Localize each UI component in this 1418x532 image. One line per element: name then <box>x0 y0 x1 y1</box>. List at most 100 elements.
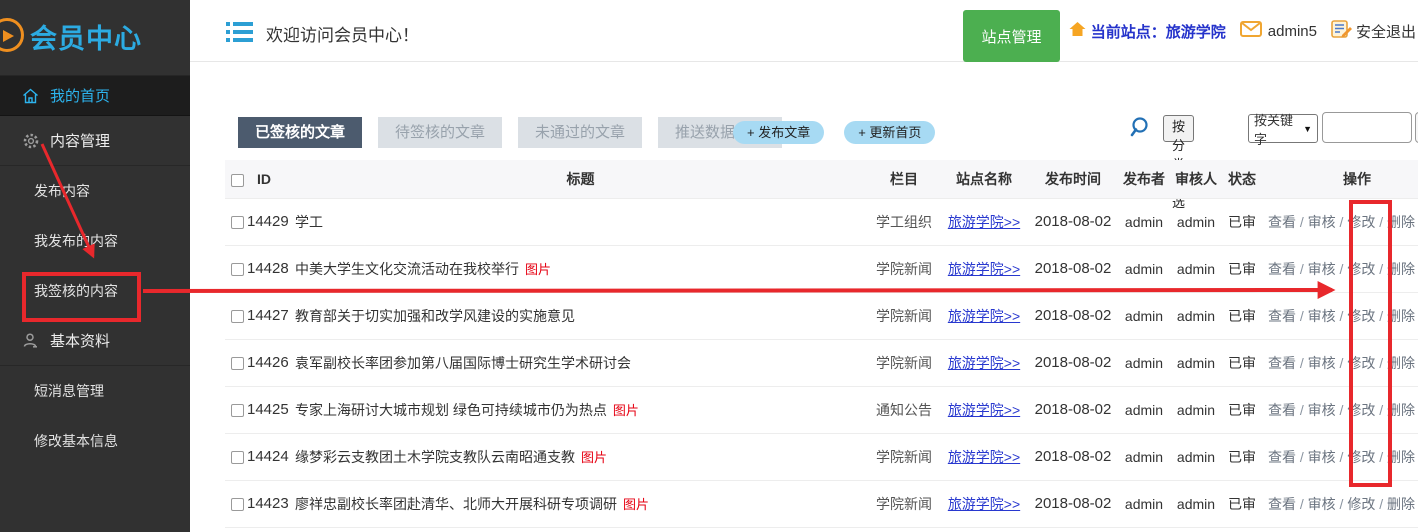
modify-link[interactable]: 修改 <box>1347 261 1375 277</box>
review-link[interactable]: 审核 <box>1308 402 1336 418</box>
review-link[interactable]: 审核 <box>1308 261 1336 277</box>
sidebar-item-publish-content[interactable]: 发布内容 <box>0 166 190 216</box>
row-category: 学院新闻 <box>868 433 940 480</box>
menu-toggle-icon[interactable] <box>226 21 253 49</box>
sidebar-item-edit-profile[interactable]: 修改基本信息 <box>0 416 190 466</box>
image-tag: 图片 <box>525 262 551 277</box>
review-link[interactable]: 审核 <box>1308 308 1336 324</box>
table-row: 14425 专家上海研讨大城市规划 绿色可持续城市仍为热点图片 通知公告 旅游学… <box>225 386 1418 433</box>
image-tag: 图片 <box>623 497 649 512</box>
row-reviewer: admin <box>1170 433 1222 480</box>
row-publisher: admin <box>1118 198 1170 245</box>
row-checkbox[interactable] <box>231 263 244 276</box>
site-link[interactable]: 旅游学院>> <box>948 261 1020 277</box>
delete-link[interactable]: 删除 <box>1387 402 1415 418</box>
header-operations: 操作 <box>1262 160 1418 198</box>
header-id: ID <box>247 160 293 198</box>
row-publisher: admin <box>1118 245 1170 292</box>
row-publisher: admin <box>1118 292 1170 339</box>
review-link[interactable]: 审核 <box>1308 496 1336 512</box>
view-link[interactable]: 查看 <box>1268 214 1296 230</box>
select-all-checkbox[interactable] <box>231 174 244 187</box>
row-publisher: admin <box>1118 433 1170 480</box>
row-checkbox[interactable] <box>231 357 244 370</box>
modify-link[interactable]: 修改 <box>1347 214 1375 230</box>
logout-label[interactable]: 安全退出 <box>1356 21 1416 42</box>
row-category: 学院新闻 <box>868 292 940 339</box>
modify-link[interactable]: 修改 <box>1347 308 1375 324</box>
update-homepage-button[interactable]: + 更新首页 <box>844 121 935 144</box>
modify-link[interactable]: 修改 <box>1347 355 1375 371</box>
envelope-icon[interactable] <box>1240 21 1262 42</box>
delete-link[interactable]: 删除 <box>1387 261 1415 277</box>
sidebar-group-label: 基本资料 <box>50 330 110 351</box>
topbar: 欢迎访问会员中心！ 站点管理 当前站点：旅游学院 admin5 安全退出 <box>190 0 1418 62</box>
delete-link[interactable]: 删除 <box>1387 308 1415 324</box>
row-date: 2018-08-02 <box>1028 339 1118 386</box>
delete-link[interactable]: 删除 <box>1387 214 1415 230</box>
row-checkbox[interactable] <box>231 404 244 417</box>
sidebar-group-profile[interactable]: 基本资料 <box>0 316 190 366</box>
delete-link[interactable]: 删除 <box>1387 496 1415 512</box>
table-row: 14423 廖祥忠副校长率团赴清华、北师大开展科研专项调研图片 学院新闻 旅游学… <box>225 480 1418 527</box>
filter-by-category-button[interactable]: 按分类筛选 <box>1163 115 1194 142</box>
username-label[interactable]: admin5 <box>1268 23 1317 40</box>
modify-link[interactable]: 修改 <box>1347 402 1375 418</box>
row-date: 2018-08-02 <box>1028 386 1118 433</box>
keyword-select[interactable]: 按关键字 ▼ <box>1248 114 1318 143</box>
review-link[interactable]: 审核 <box>1308 214 1336 230</box>
row-checkbox[interactable] <box>231 216 244 229</box>
site-manage-button[interactable]: 站点管理 <box>963 10 1060 62</box>
view-link[interactable]: 查看 <box>1268 261 1296 277</box>
row-checkbox[interactable] <box>231 451 244 464</box>
sidebar-item-home[interactable]: 我的首页 <box>0 76 190 116</box>
publish-article-button[interactable]: + 发布文章 <box>733 121 824 144</box>
site-link[interactable]: 旅游学院>> <box>948 496 1020 512</box>
modify-link[interactable]: 修改 <box>1347 496 1375 512</box>
header-title: 标题 <box>293 160 868 198</box>
delete-link[interactable]: 删除 <box>1387 449 1415 465</box>
article-tabs: 已签核的文章 待签核的文章 未通过的文章 推送数据状态 <box>238 117 798 148</box>
view-link[interactable]: 查看 <box>1268 355 1296 371</box>
row-checkbox[interactable] <box>231 310 244 323</box>
view-link[interactable]: 查看 <box>1268 449 1296 465</box>
table-row: 14427 教育部关于切实加强和改学风建设的实施意见 学院新闻 旅游学院>> 2… <box>225 292 1418 339</box>
row-publisher: admin <box>1118 386 1170 433</box>
site-link[interactable]: 旅游学院>> <box>948 402 1020 418</box>
row-reviewer: admin <box>1170 245 1222 292</box>
delete-link[interactable]: 删除 <box>1387 355 1415 371</box>
search-input[interactable] <box>1322 112 1412 143</box>
tab-pending-articles[interactable]: 待签核的文章 <box>378 117 502 148</box>
row-id: 14427 <box>247 292 293 339</box>
quick-actions: + 发布文章 + 更新首页 <box>733 121 935 144</box>
site-link[interactable]: 旅游学院>> <box>948 308 1020 324</box>
review-link[interactable]: 审核 <box>1308 449 1336 465</box>
header-category: 栏目 <box>868 160 940 198</box>
review-link[interactable]: 审核 <box>1308 355 1336 371</box>
modify-link[interactable]: 修改 <box>1347 449 1375 465</box>
row-category: 学院新闻 <box>868 245 940 292</box>
view-link[interactable]: 查看 <box>1268 308 1296 324</box>
table-row: 14429 学工 学工组织 旅游学院>> 2018-08-02 admin ad… <box>225 198 1418 245</box>
tab-reviewed-articles[interactable]: 已签核的文章 <box>238 117 362 148</box>
sidebar-item-my-reviewed[interactable]: 我签核的内容 <box>0 266 190 316</box>
search-icon[interactable] <box>1130 116 1153 144</box>
sidebar-item-my-published[interactable]: 我发布的内容 <box>0 216 190 266</box>
row-title: 教育部关于切实加强和改学风建设的实施意见 <box>295 308 575 324</box>
row-status: 已审 <box>1222 386 1262 433</box>
view-link[interactable]: 查看 <box>1268 402 1296 418</box>
row-date: 2018-08-02 <box>1028 245 1118 292</box>
row-category: 学工组织 <box>868 198 940 245</box>
chevron-down-icon: ▼ <box>1303 124 1312 134</box>
view-link[interactable]: 查看 <box>1268 496 1296 512</box>
logo: 会员中心 <box>0 0 190 76</box>
tab-rejected-articles[interactable]: 未通过的文章 <box>518 117 642 148</box>
sidebar-group-content[interactable]: 内容管理 <box>0 116 190 166</box>
person-icon <box>22 332 42 349</box>
sidebar-item-messages[interactable]: 短消息管理 <box>0 366 190 416</box>
row-checkbox[interactable] <box>231 498 244 511</box>
site-link[interactable]: 旅游学院>> <box>948 449 1020 465</box>
site-link[interactable]: 旅游学院>> <box>948 214 1020 230</box>
site-link[interactable]: 旅游学院>> <box>948 355 1020 371</box>
header-status: 状态 <box>1222 160 1262 198</box>
